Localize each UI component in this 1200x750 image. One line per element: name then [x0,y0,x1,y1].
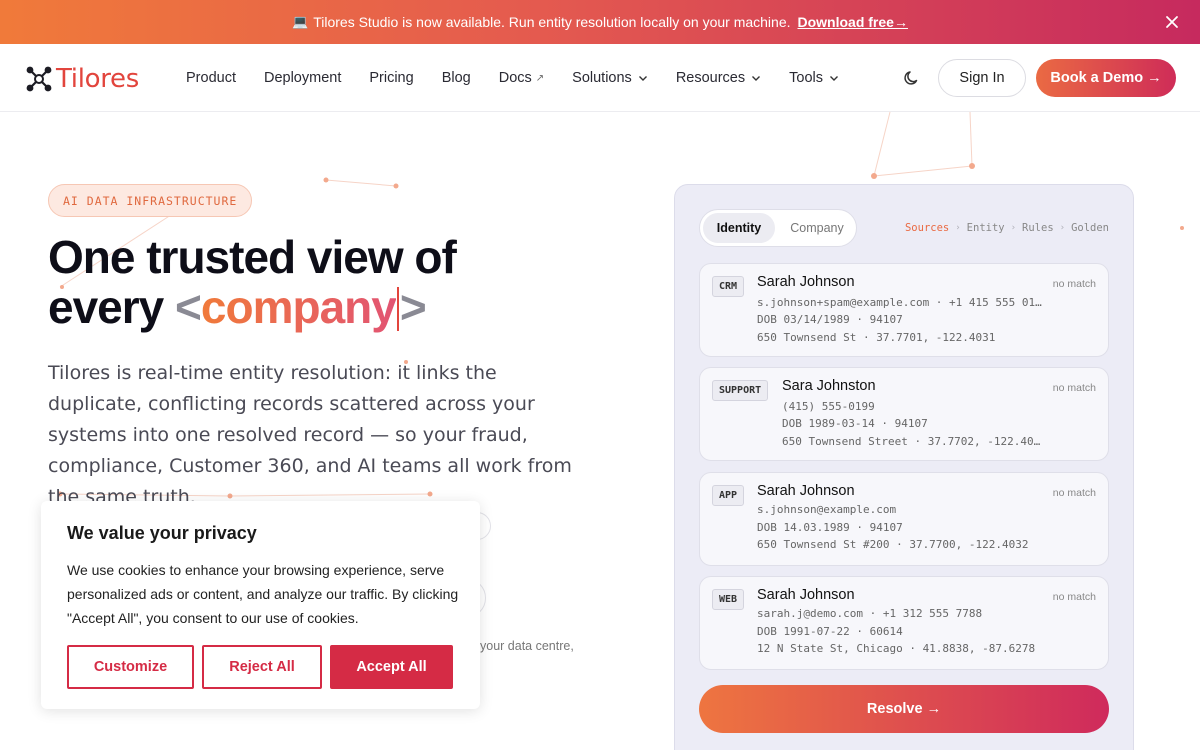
step-golden[interactable]: Golden [1071,222,1109,234]
logo-mark-icon [26,66,52,92]
nav-tools-label: Tools [789,70,823,86]
chevron-down-icon [829,76,838,81]
logo[interactable]: Tilores [24,64,139,94]
record-card: CRM Sarah Johnson no match s.johnson+spa… [699,263,1109,357]
record-dob: DOB 14.03.1989 · 94107 [757,521,903,534]
match-status: no match [1052,487,1096,499]
pipeline-steps: Sources › Entity › Rules › Golden [905,222,1109,234]
record-card: WEB Sarah Johnson no match sarah.j@demo.… [699,576,1109,670]
resolve-button[interactable]: Resolve → [699,685,1109,733]
announcement-text: Tilores Studio is now available. Run ent… [313,14,791,30]
nav-resources-label: Resources [675,70,746,86]
nav-links: Product Deployment Pricing Blog Docs ↗ So… [186,44,867,112]
record-name: Sarah Johnson [757,483,855,499]
logo-text: Tilores [56,64,139,94]
source-badge: APP [712,485,745,506]
announcement-bar: 💻 Tilores Studio is now available. Run e… [0,0,1200,44]
cookie-title: We value your privacy [67,523,257,543]
rotating-word: company [200,281,397,333]
record-dob: DOB 1989-03-14 · 94107 [782,417,928,430]
nav-product-label: Product [186,70,236,86]
nav-deployment-label: Deployment [263,70,342,86]
nav-resources[interactable]: Resources [676,70,761,86]
source-badge: CRM [712,276,745,297]
laptop-icon: 💻 [292,14,309,29]
record-card: APP Sarah Johnson no match s.johnson@exa… [699,472,1109,566]
record-contact: s.johnson+spam@example.com · +1 415 555 … [757,296,1042,309]
nav-docs-label: Docs [498,70,532,86]
hero-title-line2: every <company> [48,282,456,332]
record-address: 12 N State St, Chicago · 41.8838, -87.62… [757,642,1036,655]
nav-blog[interactable]: Blog [442,70,471,86]
step-entity[interactable]: Entity [967,222,1005,234]
match-status: no match [1052,591,1096,603]
hero-title: One trusted view of every <company> [48,231,457,332]
nav-deployment[interactable]: Deployment [264,70,341,86]
nav-product[interactable]: Product [186,70,236,86]
download-link[interactable]: Download free→ [798,14,908,30]
chevron-right-icon: › [1059,223,1066,233]
match-status: no match [1052,278,1096,290]
source-badge: WEB [712,589,745,610]
record-address: 650 Townsend St #200 · 37.7700, -122.403… [757,538,1029,551]
nav-tools[interactable]: Tools [789,70,839,86]
hero-title-prefix: every [48,281,164,333]
chevron-down-icon [638,76,647,81]
chevron-right-icon: › [955,223,961,233]
record-address: 650 Townsend Street · 37.7702, -122.40… [782,435,1041,448]
cookie-body: We use cookies to enhance your browsing … [67,562,459,626]
record-contact: sarah.j@demo.com · +1 312 555 7788 [757,607,983,620]
step-rules[interactable]: Rules [1022,222,1054,234]
record-name: Sarah Johnson [757,274,855,290]
nav-pricing[interactable]: Pricing [369,70,413,86]
nav-docs[interactable]: Docs ↗ [499,70,544,86]
record-dob: DOB 1991-07-22 · 60614 [757,625,903,638]
top-nav: Tilores Product Deployment Pricing Blog … [0,44,1200,112]
source-badge: SUPPORT [712,380,769,401]
chevron-down-icon [752,76,761,81]
tab-identity[interactable]: Identity [703,213,775,243]
step-sources[interactable]: Sources [905,222,949,234]
reject-all-button[interactable]: Reject All [202,645,322,689]
typing-caret [396,287,399,331]
book-demo-button[interactable]: Book a Demo → [1036,59,1176,97]
bracket-close: > [399,281,427,333]
record-card: SUPPORT Sara Johnston no match (415) 555… [699,367,1109,461]
record-address: 650 Townsend St · 37.7701, -122.4031 [757,331,996,344]
partial-text: your data centre, [480,639,574,653]
match-status: no match [1052,382,1096,394]
resolution-demo-panel: Identity Company Sources › Entity › Rule… [674,184,1134,750]
nav-solutions-label: Solutions [572,70,632,86]
sign-in-button[interactable]: Sign In [938,59,1026,97]
chevron-right-icon: › [1010,223,1017,233]
nav-pricing-label: Pricing [369,70,414,86]
accept-all-button[interactable]: Accept All [330,645,453,689]
external-link-icon: ↗ [535,72,545,84]
bracket-open: < [175,281,202,333]
entity-type-toggle: Identity Company [699,209,857,247]
record-dob: DOB 03/14/1989 · 94107 [757,313,903,326]
record-name: Sara Johnston [782,378,876,394]
record-contact: s.johnson@example.com [757,503,897,516]
hero-lead: Tilores is real-time entity resolution: … [48,362,572,508]
moon-icon[interactable] [902,68,922,88]
close-icon[interactable] [1162,12,1182,32]
record-contact: (415) 555-0199 [782,400,875,413]
nav-solutions[interactable]: Solutions [572,70,648,86]
nav-blog-label: Blog [441,70,471,86]
tab-company[interactable]: Company [779,213,855,243]
customize-button[interactable]: Customize [67,645,194,689]
record-name: Sarah Johnson [757,587,855,603]
eyebrow-pill: AI DATA INFRASTRUCTURE [48,184,253,217]
hero-title-line1: One trusted view of [48,231,457,283]
cookie-banner: We value your privacy We use cookies to … [41,501,480,709]
